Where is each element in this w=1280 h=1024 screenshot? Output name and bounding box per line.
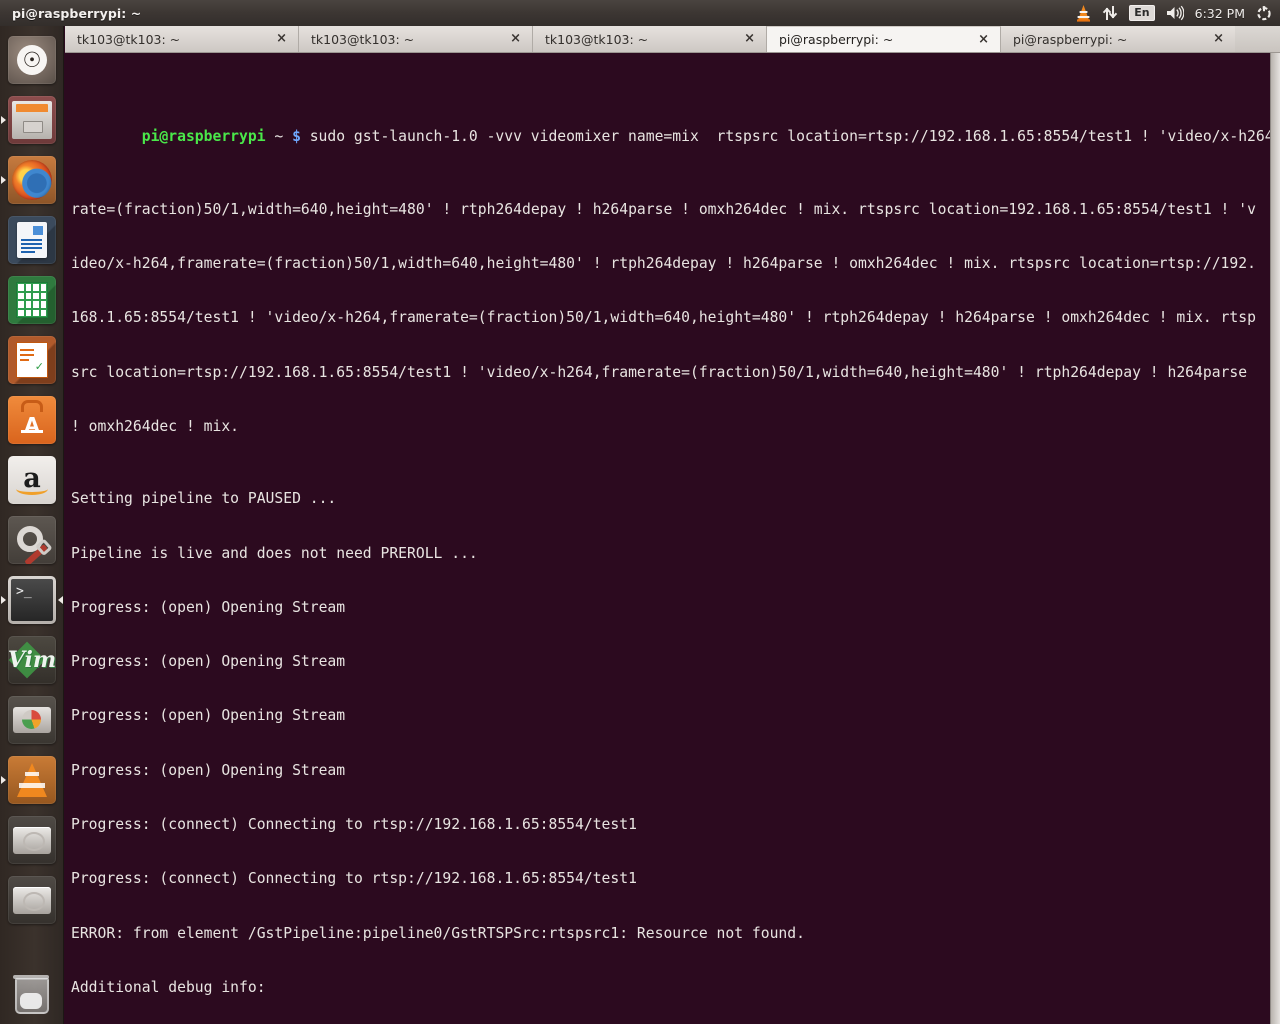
tab-label: tk103@tk103: ~ bbox=[545, 31, 649, 47]
amazon-icon: a bbox=[8, 456, 56, 504]
output-line: Additional debug info: bbox=[71, 978, 266, 996]
terminal-window[interactable]: pi@raspberrypi ~ $ sudo gst-launch-1.0 -v… bbox=[65, 53, 1280, 1024]
disks-icon-2 bbox=[8, 876, 56, 924]
launcher-item-disks-2[interactable] bbox=[0, 870, 63, 930]
ubuntu-dash-icon: ☉ bbox=[8, 36, 56, 84]
tab-0[interactable]: tk103@tk103: ~ × bbox=[65, 26, 299, 52]
panel-window-title: pi@raspberrypi: ~ bbox=[12, 5, 142, 21]
panel-indicator-area: En 6:32 PM bbox=[1076, 0, 1280, 26]
output-line: Progress: (connect) Connecting to rtsp:/… bbox=[71, 815, 637, 833]
libreoffice-writer-icon bbox=[8, 216, 56, 264]
tab-label: pi@raspberrypi: ~ bbox=[779, 32, 894, 47]
keyboard-layout-label: En bbox=[1129, 5, 1155, 21]
keyboard-layout-indicator[interactable]: En bbox=[1129, 0, 1155, 26]
firefox-icon bbox=[8, 156, 56, 204]
command-wrap-4: src location=rtsp://192.168.1.65:8554/te… bbox=[71, 363, 1248, 381]
output-line: Pipeline is live and does not need PRERO… bbox=[71, 544, 478, 562]
launcher-item-disk-usage-analyzer[interactable] bbox=[0, 690, 63, 750]
tab-label: tk103@tk103: ~ bbox=[311, 31, 415, 47]
tab-close-icon[interactable]: × bbox=[741, 32, 758, 45]
launcher-item-libreoffice-calc[interactable] bbox=[0, 270, 63, 330]
command-wrap-1: rate=(fraction)50/1,width=640,height=480… bbox=[71, 200, 1256, 218]
command-text: sudo gst-launch-1.0 -vvv videomixer name… bbox=[309, 128, 1280, 146]
terminal-tab-bar: tk103@tk103: ~ × tk103@tk103: ~ × tk103@… bbox=[65, 26, 1280, 53]
launcher-item-vim[interactable]: Vim bbox=[0, 630, 63, 690]
running-indicator bbox=[1, 776, 6, 784]
launcher-item-ubuntu-dash[interactable]: ☉ bbox=[0, 30, 63, 90]
launcher-item-libreoffice-impress[interactable]: ✓ bbox=[0, 330, 63, 390]
tab-label: pi@raspberrypi: ~ bbox=[1013, 31, 1128, 47]
running-indicator bbox=[1, 116, 6, 124]
vlc-tray-icon[interactable] bbox=[1076, 0, 1091, 26]
libreoffice-impress-icon: ✓ bbox=[8, 336, 56, 384]
unity-launcher: ☉ ✓ A a >_ Vim bbox=[0, 26, 64, 1024]
vim-icon: Vim bbox=[8, 636, 56, 684]
tab-2[interactable]: tk103@tk103: ~ × bbox=[533, 26, 767, 52]
output-line: Progress: (open) Opening Stream bbox=[71, 653, 346, 671]
top-panel: pi@raspberrypi: ~ En 6:32 PM bbox=[0, 0, 1280, 26]
tab-close-icon[interactable]: × bbox=[975, 33, 992, 46]
tab-4[interactable]: pi@raspberrypi: ~ × bbox=[1001, 26, 1235, 52]
disks-icon bbox=[8, 816, 56, 864]
desktop-root: pi@raspberrypi: ~ En 6:32 PM ☉ ✓ A a >_ … bbox=[0, 0, 1280, 1024]
output-line: Progress: (open) Opening Stream bbox=[71, 598, 346, 616]
tab-close-icon[interactable]: × bbox=[273, 32, 290, 45]
launcher-item-firefox[interactable] bbox=[0, 150, 63, 210]
ubuntu-software-center-icon: A bbox=[8, 396, 56, 444]
clock[interactable]: 6:32 PM bbox=[1195, 0, 1245, 26]
launcher-item-libreoffice-writer[interactable] bbox=[0, 210, 63, 270]
libreoffice-calc-icon bbox=[8, 276, 56, 324]
network-icon[interactable] bbox=[1102, 0, 1118, 26]
launcher-item-amazon[interactable]: a bbox=[0, 450, 63, 510]
terminal-scrollbar[interactable] bbox=[1270, 53, 1280, 1024]
command-line: pi@raspberrypi ~ $ sudo gst-launch-1.0 -v… bbox=[71, 110, 1280, 164]
command-wrap-2: ideo/x-h264,framerate=(fraction)50/1,wid… bbox=[71, 255, 1256, 273]
system-settings-icon bbox=[8, 516, 56, 564]
vlc-icon bbox=[8, 756, 56, 804]
launcher-item-files[interactable] bbox=[0, 90, 63, 150]
output-line: Progress: (connect) Connecting to rtsp:/… bbox=[71, 870, 637, 888]
tab-3[interactable]: pi@raspberrypi: ~ × bbox=[767, 26, 1001, 52]
volume-icon[interactable] bbox=[1166, 0, 1184, 26]
terminal-icon: >_ bbox=[8, 576, 56, 624]
output-line: Progress: (open) Opening Stream bbox=[71, 707, 346, 725]
focused-indicator bbox=[58, 596, 63, 604]
output-line: Setting pipeline to PAUSED ... bbox=[71, 490, 337, 508]
terminal-output: pi@raspberrypi ~ $ sudo gst-launch-1.0 -v… bbox=[65, 53, 1280, 1024]
tab-close-icon[interactable]: × bbox=[507, 32, 524, 45]
running-indicator bbox=[1, 176, 6, 184]
gear-icon[interactable] bbox=[1256, 0, 1272, 26]
files-icon bbox=[8, 96, 56, 144]
prompt-path: ~ bbox=[265, 128, 293, 146]
trash-icon bbox=[8, 972, 56, 1020]
launcher-item-terminal[interactable]: >_ bbox=[0, 570, 63, 630]
launcher-item-ubuntu-software-center[interactable]: A bbox=[0, 390, 63, 450]
launcher-item-disks[interactable] bbox=[0, 810, 63, 870]
output-line: Progress: (open) Opening Stream bbox=[71, 761, 346, 779]
launcher-item-system-settings[interactable] bbox=[0, 510, 63, 570]
command-wrap-3: 168.1.65:8554/test1 ! 'video/x-h264,fram… bbox=[71, 309, 1256, 327]
output-line-error: ERROR: from element /GstPipeline:pipelin… bbox=[71, 924, 805, 942]
command-wrap-5: ! omxh264dec ! mix. bbox=[71, 417, 240, 435]
tab-close-icon[interactable]: × bbox=[1210, 32, 1227, 45]
prompt-user-host: pi@raspberrypi bbox=[141, 128, 266, 146]
launcher-item-vlc[interactable] bbox=[0, 750, 63, 810]
prompt-symbol: $ bbox=[292, 128, 301, 146]
running-indicator bbox=[1, 596, 6, 604]
launcher-item-trash[interactable] bbox=[0, 966, 63, 1024]
tab-1[interactable]: tk103@tk103: ~ × bbox=[299, 26, 533, 52]
tab-label: tk103@tk103: ~ bbox=[77, 31, 181, 47]
disk-usage-analyzer-icon bbox=[8, 696, 56, 744]
